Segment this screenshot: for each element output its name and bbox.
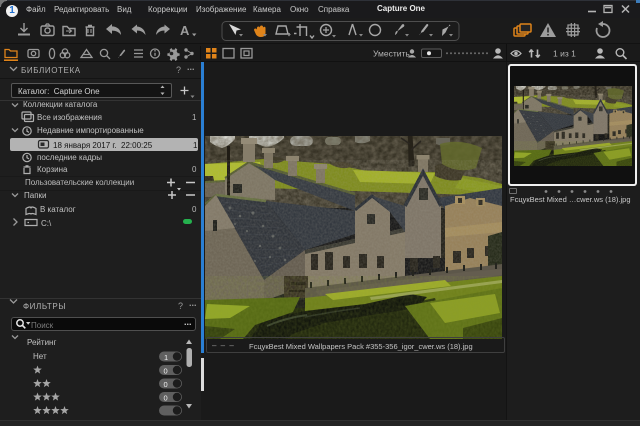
svg-text:0: 0: [164, 393, 168, 402]
svg-text:1 из 1: 1 из 1: [553, 49, 576, 59]
svg-text:A: A: [180, 23, 190, 38]
svg-text:0: 0: [164, 366, 168, 375]
svg-text:0: 0: [164, 380, 168, 389]
svg-text:1: 1: [164, 353, 168, 362]
svg-text:Уместить: Уместить: [373, 49, 410, 59]
